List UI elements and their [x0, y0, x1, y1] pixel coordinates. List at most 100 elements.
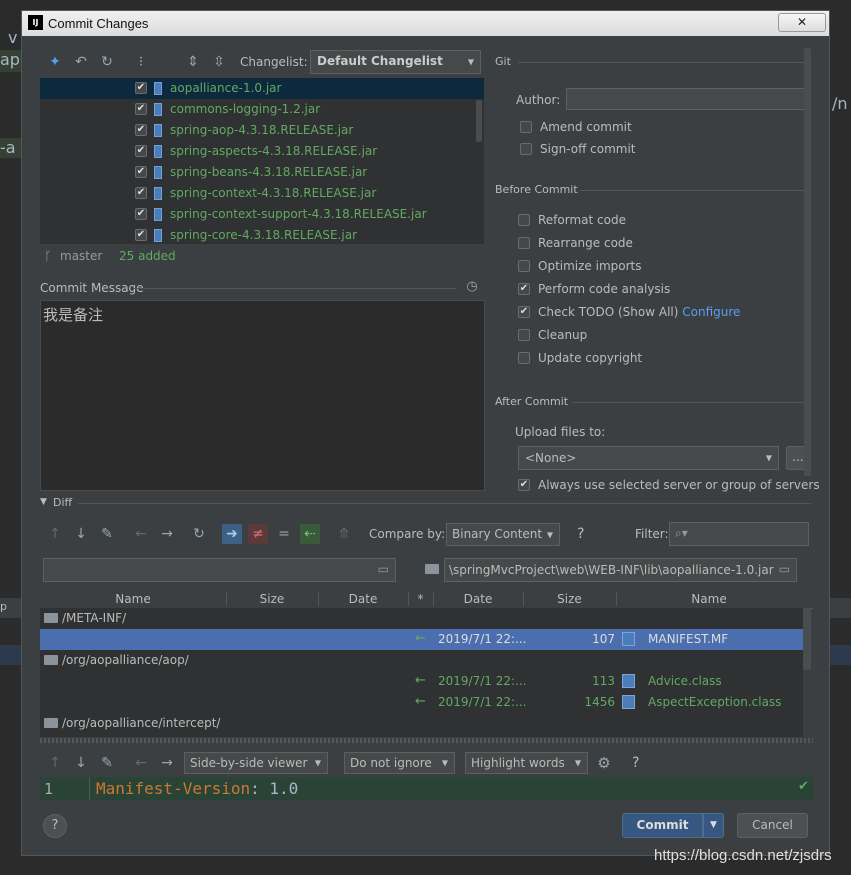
edit-source-icon[interactable]: ✎ — [97, 753, 117, 773]
refresh-diff-icon[interactable]: ↻ — [189, 524, 209, 544]
file-row[interactable]: ✔ spring-beans-4.3.18.RELEASE.jar — [40, 162, 484, 183]
show-different-icon[interactable]: ≠ — [248, 524, 268, 544]
back-icon[interactable]: ← — [131, 753, 151, 773]
commit-options-chevron-icon[interactable]: ▼ — [703, 813, 724, 838]
commit-message-input[interactable]: 我是备注 — [40, 300, 485, 491]
file-checkbox[interactable]: ✔ — [135, 103, 147, 115]
ignore-select[interactable]: Do not ignore ▼ — [344, 752, 455, 774]
file-row[interactable]: ✔ spring-core-4.3.18.RELEASE.jar — [40, 225, 484, 244]
viewer-select[interactable]: Side-by-side viewer ▼ — [184, 752, 328, 774]
collapse-triangle-icon[interactable]: ▼ — [40, 497, 47, 507]
col-name-right[interactable]: Name — [616, 592, 802, 606]
col-size-left[interactable]: Size — [226, 592, 319, 606]
folder-open-icon[interactable]: ▭ — [378, 562, 389, 576]
before-commit-checkbox[interactable]: ✔ — [518, 306, 530, 318]
help-button[interactable]: ? — [43, 814, 67, 838]
table-row[interactable]: ← 2019/7/1 22:... 1456 AspectException.clas… — [40, 692, 803, 713]
configure-link[interactable]: Configure — [682, 305, 740, 319]
file-checkbox[interactable]: ✔ — [135, 82, 147, 94]
folder-row[interactable]: /org/aopalliance/intercept/ — [40, 713, 803, 734]
merge-icon[interactable]: ⤊ — [334, 524, 354, 544]
option-text: Rearrange code — [538, 236, 633, 250]
options-scrollbar[interactable] — [804, 48, 811, 476]
gear-icon[interactable]: ⚙ — [595, 754, 613, 772]
changelist-select[interactable]: Default Changelist ▼ — [310, 50, 481, 74]
refresh-icon[interactable]: ↻ — [97, 52, 117, 72]
file-row[interactable]: ✔ spring-context-support-4.3.18.RELEASE.j… — [40, 204, 484, 225]
viewer-help-icon[interactable]: ? — [632, 755, 639, 771]
file-name: spring-core-4.3.18.RELEASE.jar — [170, 228, 358, 242]
viewer-value: Side-by-side viewer — [190, 756, 308, 770]
file-size: 107 — [592, 632, 615, 646]
file-row[interactable]: ✔ aopalliance-1.0.jar — [40, 78, 484, 99]
back-icon[interactable]: ← — [131, 524, 151, 544]
commit-button[interactable]: Commit — [622, 813, 703, 838]
folder-row[interactable]: /org/aopalliance/aop/ — [40, 650, 803, 671]
right-path-input[interactable]: \springMvcProject\web\WEB-INF\lib\aopall… — [444, 558, 797, 582]
edit-icon[interactable]: ✎ — [97, 524, 117, 544]
file-checkbox[interactable]: ✔ — [135, 208, 147, 220]
col-size-right[interactable]: Size — [523, 592, 617, 606]
file-checkbox[interactable]: ✔ — [135, 124, 147, 136]
file-checkbox[interactable]: ✔ — [135, 145, 147, 157]
folder-row[interactable]: /META-INF/ — [40, 608, 803, 629]
show-deleted-icon[interactable]: ⇠ — [300, 524, 320, 544]
forward-icon[interactable]: → — [157, 753, 177, 773]
changelist-label: Changelist: — [240, 55, 308, 69]
before-commit-checkbox[interactable] — [518, 352, 530, 364]
file-list-scrollbar[interactable] — [476, 100, 482, 142]
group-by-icon[interactable]: ⁝ — [131, 52, 151, 72]
commit-message-text: 我是备注 — [43, 306, 104, 324]
before-commit-checkbox[interactable] — [518, 237, 530, 249]
table-row[interactable]: ← 2019/7/1 22:... 107 MANIFEST.MF — [40, 629, 803, 650]
highlight-select[interactable]: Highlight words ▼ — [465, 752, 588, 774]
col-date-left[interactable]: Date — [318, 592, 409, 606]
git-section-title: Git — [495, 55, 511, 68]
history-clock-icon[interactable]: ◷ — [464, 278, 480, 294]
prev-diff-icon[interactable]: ↑ — [45, 524, 65, 544]
close-button[interactable]: ✕ — [778, 13, 826, 32]
before-commit-checkbox[interactable] — [518, 329, 530, 341]
col-date-right[interactable]: Date — [433, 592, 524, 606]
show-diff-icon[interactable]: ✦ — [45, 52, 65, 72]
next-change-icon[interactable]: ↓ — [71, 753, 91, 773]
file-row[interactable]: ✔ spring-aop-4.3.18.RELEASE.jar — [40, 120, 484, 141]
filter-input[interactable]: ⌕▾ — [669, 522, 809, 546]
file-checkbox[interactable]: ✔ — [135, 166, 147, 178]
file-row[interactable]: ✔ spring-aspects-4.3.18.RELEASE.jar — [40, 141, 484, 162]
col-status[interactable]: * — [408, 592, 434, 606]
help-icon[interactable]: ? — [577, 526, 584, 542]
before-commit-checkbox[interactable] — [518, 214, 530, 226]
diff-table-scrollbar[interactable] — [803, 608, 811, 670]
file-checkbox[interactable]: ✔ — [135, 187, 147, 199]
separator — [518, 62, 810, 63]
file-checkbox[interactable]: ✔ — [135, 229, 147, 241]
upload-server-select[interactable]: <None> ▼ — [518, 446, 779, 470]
before-commit-checkbox[interactable]: ✔ — [518, 283, 530, 295]
expand-all-icon[interactable]: ⇕ — [183, 52, 203, 72]
file-row[interactable]: ✔ commons-logging-1.2.jar — [40, 99, 484, 120]
collapse-all-icon[interactable]: ⇳ — [209, 52, 229, 72]
left-path-input[interactable]: ▭ — [43, 558, 396, 582]
folder-open-icon[interactable]: ▭ — [778, 562, 790, 576]
changed-files-list[interactable]: ✔ aopalliance-1.0.jar ✔ commons-logging-1.2… — [40, 78, 484, 244]
splitter-handle[interactable] — [40, 738, 813, 743]
before-commit-checkbox[interactable] — [518, 260, 530, 272]
cancel-button[interactable]: Cancel — [737, 813, 808, 838]
table-row[interactable]: ← 2019/7/1 22:... 113 Advice.class — [40, 671, 803, 692]
gutter-separator — [89, 777, 90, 800]
amend-checkbox[interactable] — [520, 121, 532, 133]
changelist-value: Default Changelist — [317, 54, 443, 68]
col-name-left[interactable]: Name — [40, 592, 227, 606]
file-row[interactable]: ✔ spring-context-4.3.18.RELEASE.jar — [40, 183, 484, 204]
always-use-checkbox[interactable]: ✔ — [518, 479, 530, 491]
compare-by-select[interactable]: Binary Content ▼ — [446, 523, 560, 546]
prev-change-icon[interactable]: ↑ — [45, 753, 65, 773]
signoff-checkbox[interactable] — [520, 143, 532, 155]
rollback-icon[interactable]: ↶ — [71, 52, 91, 72]
show-equal-icon[interactable]: = — [274, 524, 294, 544]
show-new-icon[interactable]: ➜ — [222, 524, 242, 544]
author-input[interactable] — [566, 88, 806, 110]
next-diff-icon[interactable]: ↓ — [71, 524, 91, 544]
forward-icon[interactable]: → — [157, 524, 177, 544]
